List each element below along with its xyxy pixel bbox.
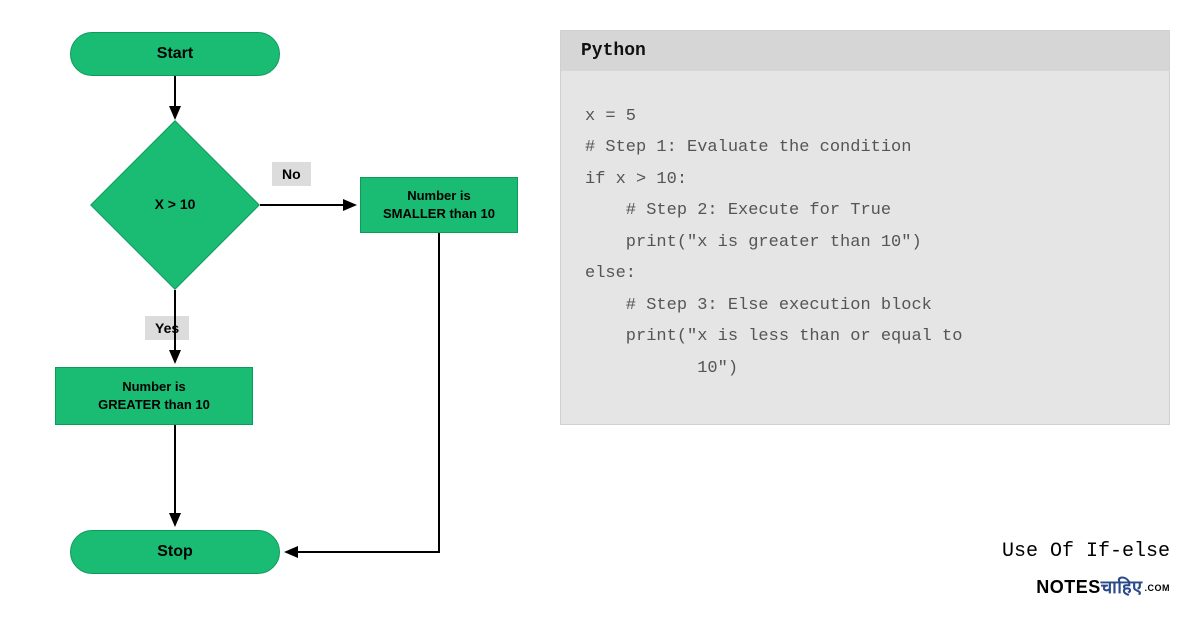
stop-node: Stop — [70, 530, 280, 574]
greater-box-text: Number is GREATER than 10 — [98, 378, 210, 414]
code-language-header: Python — [561, 31, 1169, 71]
stop-label: Stop — [157, 543, 193, 561]
start-label: Start — [157, 45, 193, 63]
flowchart-container: Start X > 10 No Number is SMALLER than 1… — [0, 0, 560, 630]
code-panel: Python x = 5 # Step 1: Evaluate the cond… — [560, 30, 1170, 425]
brand-text-2: चाहिए — [1101, 577, 1143, 597]
brand-text-1: NOTES — [1036, 577, 1101, 597]
start-node: Start — [70, 32, 280, 76]
greater-box: Number is GREATER than 10 — [55, 367, 253, 425]
yes-label: Yes — [145, 316, 189, 340]
brand-logo: NOTESचाहिए.COM — [1036, 575, 1170, 599]
brand-text-3: .COM — [1145, 583, 1171, 593]
decision-label: X > 10 — [140, 196, 210, 212]
smaller-box: Number is SMALLER than 10 — [360, 177, 518, 233]
code-body: x = 5 # Step 1: Evaluate the condition i… — [561, 71, 1169, 424]
no-label: No — [272, 162, 311, 186]
smaller-box-text: Number is SMALLER than 10 — [383, 187, 495, 223]
diagram-caption: Use Of If-else — [1002, 540, 1170, 563]
